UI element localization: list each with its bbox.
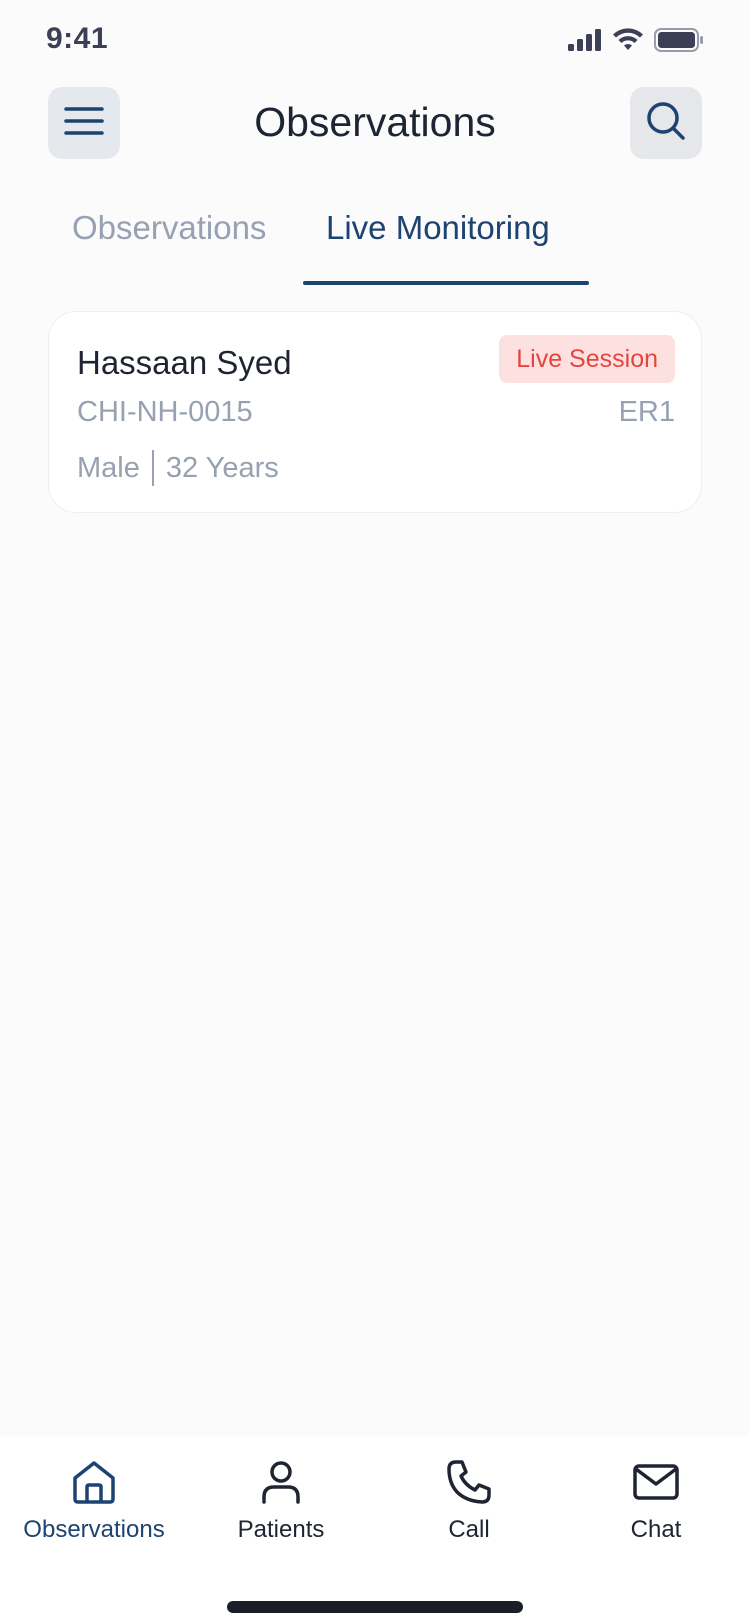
tab-live-monitoring[interactable]: Live Monitoring (326, 206, 550, 250)
phone-icon (445, 1458, 493, 1506)
nav-item-observations[interactable]: Observations (0, 1458, 188, 1546)
battery-icon (654, 28, 704, 57)
signal-icon (568, 29, 602, 56)
patient-age: 32 Years (165, 452, 279, 484)
patient-gender: Male (77, 452, 140, 484)
mail-icon (632, 1458, 680, 1506)
search-button[interactable] (630, 87, 702, 159)
meta-divider (151, 450, 154, 486)
patient-id: CHI-NH-0015 (77, 396, 253, 428)
nav-label-patients: Patients (237, 1516, 325, 1543)
person-icon (257, 1458, 305, 1506)
status-time: 9:41 (46, 22, 109, 55)
nav-item-call[interactable]: Call (375, 1458, 563, 1546)
nav-label-call: Call (448, 1516, 490, 1543)
patient-room: ER1 (618, 396, 675, 428)
patient-meta: Male 32 Years (77, 448, 279, 488)
bottom-nav: Observations Patients Call Chat (0, 1436, 750, 1624)
tab-observations[interactable]: Observations (72, 206, 266, 250)
nav-label-observations: Observations (23, 1516, 165, 1543)
home-indicator[interactable] (227, 1601, 523, 1613)
home-icon (70, 1458, 118, 1506)
wifi-icon (612, 28, 644, 57)
search-icon (646, 101, 686, 146)
active-tab-indicator (303, 281, 589, 285)
status-bar: 9:41 (0, 0, 750, 86)
nav-item-patients[interactable]: Patients (187, 1458, 375, 1546)
nav-item-chat[interactable]: Chat (562, 1458, 750, 1546)
nav-label-chat: Chat (630, 1516, 682, 1543)
patient-name: Hassaan Syed (77, 344, 292, 381)
patient-card[interactable]: Hassaan Syed Live Session CHI-NH-0015 ER… (48, 311, 702, 513)
live-session-badge: Live Session (499, 335, 675, 383)
status-icons (568, 28, 704, 57)
